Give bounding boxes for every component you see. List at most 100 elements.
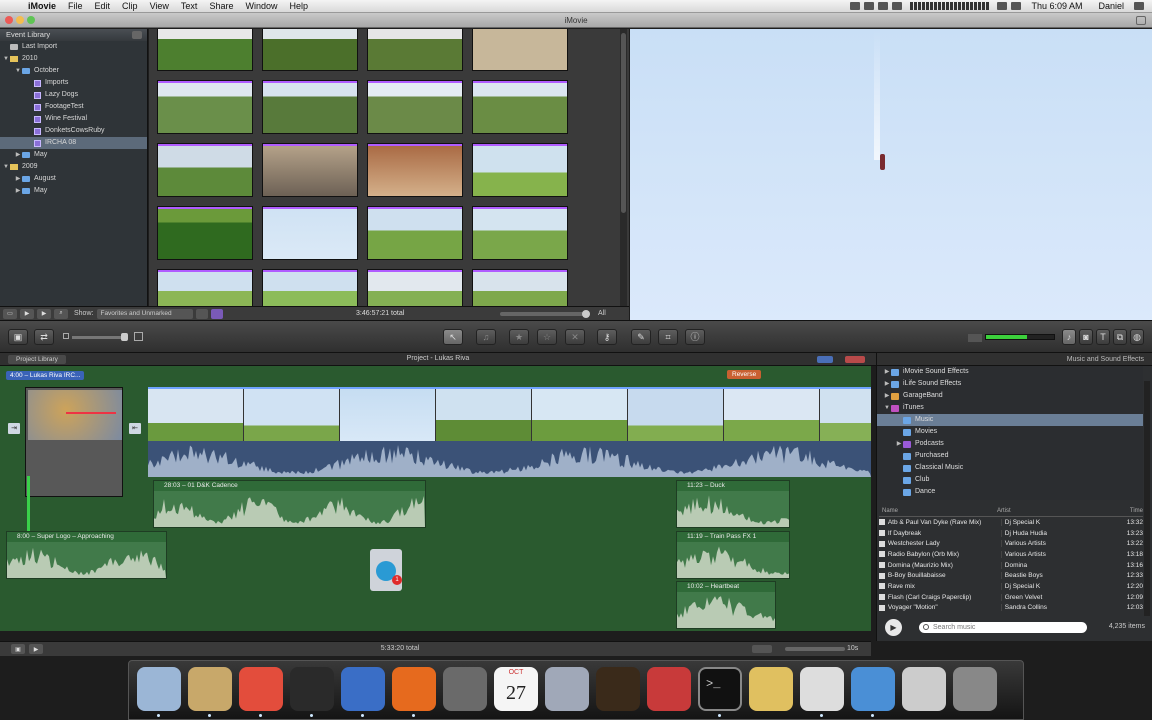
inspector-button[interactable]: ⓘ bbox=[685, 329, 705, 345]
audio-clip-cadence[interactable]: 28:03 – 01 D&K Cadence bbox=[153, 480, 426, 528]
music-source-item[interactable]: ▶ iLife Sound Effects bbox=[877, 378, 1143, 390]
wifi-icon[interactable] bbox=[1011, 2, 1022, 10]
audio-clip-duck[interactable]: 11:23 – Duck bbox=[676, 480, 790, 528]
music-browser-button[interactable]: ♪ bbox=[1062, 329, 1076, 345]
maps-browser-button[interactable]: ◍ bbox=[1130, 329, 1144, 345]
event-item[interactable]: ▼ October bbox=[0, 65, 147, 77]
garageband-icon[interactable] bbox=[596, 667, 640, 711]
menu-user[interactable]: Daniel bbox=[1092, 1, 1130, 11]
adjust-audio-button[interactable]: ♫ bbox=[476, 329, 496, 345]
music-source-item[interactable]: ▼ iTunes bbox=[877, 402, 1143, 414]
menu-clock[interactable]: Thu 6:09 AM bbox=[1025, 1, 1088, 11]
song-row[interactable]: Radio Babylon (Orb Mix) Various Artists 13… bbox=[879, 549, 1143, 560]
clip-size-slider[interactable] bbox=[72, 333, 128, 341]
video-clip[interactable] bbox=[820, 389, 871, 441]
clip-size-knob[interactable] bbox=[121, 333, 128, 341]
menu-clip[interactable]: Clip bbox=[116, 1, 144, 11]
map-clip-title[interactable]: 4:00 – Lukas Riva IRC... bbox=[6, 371, 85, 380]
sync-icon[interactable] bbox=[864, 2, 875, 10]
clip-thumbnail[interactable] bbox=[157, 143, 253, 197]
select-tool-button[interactable]: ↖ bbox=[443, 329, 463, 345]
timeline-zoom-slider[interactable] bbox=[785, 647, 845, 651]
disclosure-icon[interactable]: ▶ bbox=[883, 390, 891, 402]
clip-thumbnail[interactable] bbox=[367, 206, 463, 260]
event-item[interactable]: ▼ 2009 bbox=[0, 161, 147, 173]
eject-icon[interactable] bbox=[132, 31, 142, 39]
aperture-icon[interactable] bbox=[545, 667, 589, 711]
video-clip[interactable] bbox=[724, 389, 820, 441]
browser-scrollbar[interactable] bbox=[620, 29, 627, 306]
event-item[interactable]: ▼ 2010 bbox=[0, 53, 147, 65]
mail-icon[interactable] bbox=[188, 667, 232, 711]
music-play-button[interactable]: ▶ bbox=[885, 619, 902, 636]
clip-thumbnail[interactable] bbox=[157, 80, 253, 134]
menu-view[interactable]: View bbox=[144, 1, 175, 11]
clip-thumbnail[interactable] bbox=[262, 269, 358, 306]
song-row[interactable]: Flash (Carl Craigs Paperclip) Green Velve… bbox=[879, 592, 1143, 603]
waveform-toggle-icon[interactable] bbox=[196, 308, 209, 319]
music-source-item[interactable]: Classical Music bbox=[877, 462, 1143, 474]
music-scrollbar[interactable] bbox=[1144, 381, 1150, 631]
favorite-button[interactable]: ★ bbox=[509, 329, 529, 345]
spotlight-icon[interactable] bbox=[1134, 2, 1144, 10]
event-list-toggle-icon[interactable]: ▭ bbox=[3, 308, 17, 319]
photobooth-icon[interactable] bbox=[647, 667, 691, 711]
play-full-icon[interactable]: ▶ bbox=[20, 308, 34, 319]
documents-icon[interactable] bbox=[902, 667, 946, 711]
clip-thumbnail[interactable] bbox=[157, 269, 253, 306]
close-window-icon[interactable] bbox=[5, 16, 13, 24]
safari-icon[interactable] bbox=[851, 667, 895, 711]
itunes-drag-icon[interactable]: 1 bbox=[370, 549, 402, 591]
disclosure-open-icon[interactable]: ▼ bbox=[2, 161, 10, 173]
event-item[interactable]: ▶ May bbox=[0, 149, 147, 161]
menu-help[interactable]: Help bbox=[283, 1, 314, 11]
song-row[interactable]: B-Boy Bouillabaisse Beastie Boys 12:33 bbox=[879, 570, 1143, 581]
audio-clip-train-pass[interactable]: 11:19 – Train Pass FX 1 bbox=[676, 531, 790, 579]
event-item[interactable]: Lazy Dogs bbox=[0, 89, 147, 101]
keyword-button[interactable]: ⚷ bbox=[597, 329, 617, 345]
disclosure-closed-icon[interactable]: ▶ bbox=[14, 173, 22, 185]
menu-share[interactable]: Share bbox=[203, 1, 239, 11]
keyword-filter-icon[interactable] bbox=[211, 308, 224, 319]
menu-text[interactable]: Text bbox=[175, 1, 204, 11]
music-source-item[interactable]: ▶ iMovie Sound Effects bbox=[877, 366, 1143, 378]
music-source-item[interactable]: Movies bbox=[877, 426, 1143, 438]
event-item[interactable]: DonketsCowsRuby bbox=[0, 125, 147, 137]
menu-app[interactable]: iMovie bbox=[22, 1, 62, 11]
title-browser-button[interactable]: T bbox=[1096, 329, 1110, 345]
event-item[interactable]: ▶ May bbox=[0, 185, 147, 197]
textedit-icon[interactable] bbox=[800, 667, 844, 711]
chrome-icon[interactable] bbox=[239, 667, 283, 711]
imovie-icon[interactable] bbox=[290, 667, 334, 711]
video-clip[interactable] bbox=[532, 389, 628, 441]
timeline-playhead[interactable] bbox=[27, 476, 30, 531]
col-artist[interactable]: Artist bbox=[997, 508, 1115, 516]
disclosure-icon[interactable]: ▼ bbox=[883, 402, 891, 414]
viewer-size-icon[interactable] bbox=[968, 334, 982, 342]
audio-clip-super-logo[interactable]: 8:00 – Super Logo – Approaching bbox=[6, 531, 167, 579]
song-row[interactable]: Westchester Lady Various Artists 13:22 bbox=[879, 538, 1143, 549]
event-item[interactable]: IRCHA 08 bbox=[0, 137, 147, 149]
clapper-icon[interactable] bbox=[341, 667, 385, 711]
music-source-item[interactable]: Dance bbox=[877, 486, 1143, 498]
zoom-window-icon[interactable] bbox=[27, 16, 35, 24]
video-clip[interactable] bbox=[436, 389, 532, 441]
dropper-button[interactable]: ✎ bbox=[631, 329, 651, 345]
preview-icon[interactable] bbox=[749, 667, 793, 711]
finder-icon[interactable] bbox=[137, 667, 181, 711]
clip-thumbnail[interactable] bbox=[367, 80, 463, 134]
waveform-view-icon[interactable] bbox=[752, 645, 772, 653]
music-source-item[interactable]: ▶ GarageBand bbox=[877, 390, 1143, 402]
menu-file[interactable]: File bbox=[62, 1, 89, 11]
clip-thumbnail[interactable] bbox=[367, 143, 463, 197]
event-item[interactable]: FootageTest bbox=[0, 101, 147, 113]
event-item[interactable]: Wine Festival bbox=[0, 113, 147, 125]
reject-button[interactable]: ✕ bbox=[565, 329, 585, 345]
video-clip-strip[interactable] bbox=[148, 387, 871, 441]
music-source-item[interactable]: Music bbox=[877, 414, 1143, 426]
video-clip[interactable] bbox=[244, 389, 340, 441]
map-clip[interactable] bbox=[25, 387, 123, 497]
disclosure-closed-icon[interactable]: ▶ bbox=[14, 185, 22, 197]
fullscreen-icon[interactable] bbox=[1136, 16, 1146, 25]
clip-thumbnail[interactable] bbox=[472, 80, 568, 134]
